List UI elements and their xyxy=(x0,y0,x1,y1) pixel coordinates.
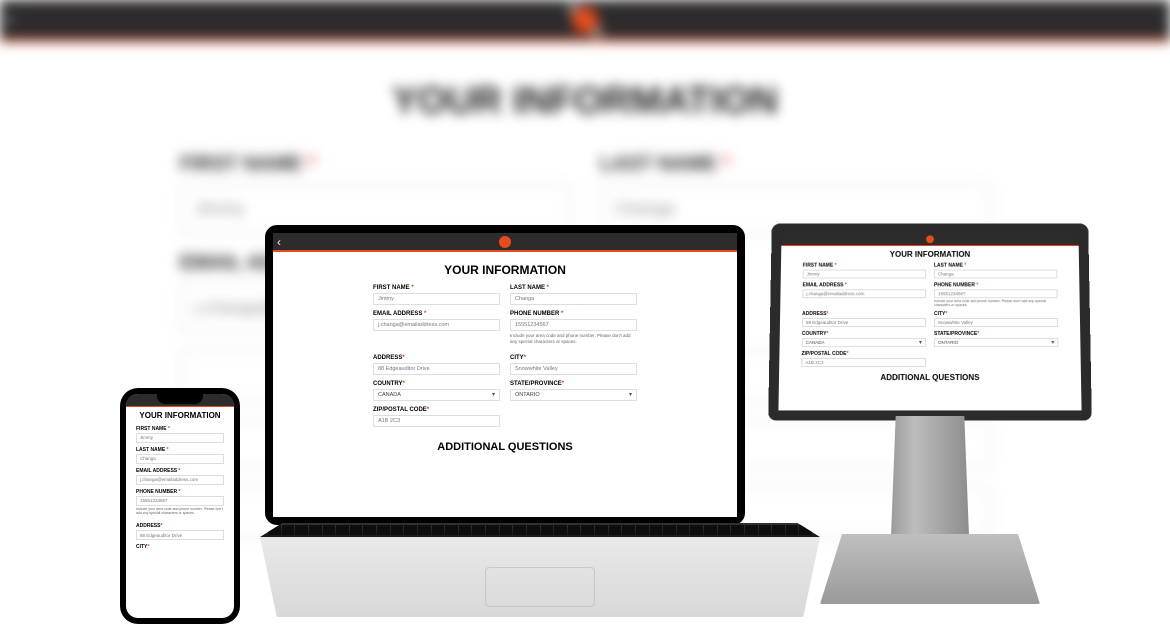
last-name-label: LAST NAME * xyxy=(136,447,224,453)
country-label: COUNTRY* xyxy=(373,381,500,387)
kiosk-base xyxy=(820,534,1040,604)
last-name-label: LAST NAME * xyxy=(934,263,1057,269)
laptop-base xyxy=(260,523,750,617)
back-icon[interactable]: ‹ xyxy=(277,233,281,251)
chevron-down-icon: ▾ xyxy=(919,339,922,346)
city-label: CITY* xyxy=(934,311,1058,317)
phone-hint: Include your area code and phone number.… xyxy=(136,507,224,515)
phone-label: PHONE NUMBER * xyxy=(510,311,637,317)
address-input[interactable]: 88 Edgeauditor Drive xyxy=(136,530,224,540)
phone-input[interactable]: 15551234567 xyxy=(510,319,637,331)
laptop-mockup: ‹ YOUR INFORMATION FIRST NAME * Jimmy LA… xyxy=(260,225,750,617)
address-label: ADDRESS* xyxy=(802,311,926,317)
first-name-input[interactable]: Jimmy xyxy=(803,270,926,279)
additional-questions-title: ADDITIONAL QUESTIONS xyxy=(801,373,1059,382)
state-label: STATE/PROVINCE* xyxy=(934,331,1058,337)
first-name-input[interactable]: Jimmy xyxy=(136,433,224,443)
laptop-header: ‹ xyxy=(273,233,737,251)
first-name-label: FIRST NAME * xyxy=(373,285,500,291)
kiosk-mockup: YOUR INFORMATION FIRST NAME * Jimmy LAST… xyxy=(770,222,1090,604)
zip-label: ZIP/POSTAL CODE* xyxy=(801,351,926,357)
address-label: ADDRESS* xyxy=(373,355,500,361)
first-name-label: FIRST NAME * xyxy=(136,426,224,432)
back-icon: ‹ xyxy=(6,6,13,32)
city-label: CITY* xyxy=(510,355,637,361)
trackpad xyxy=(485,567,595,607)
bg-first-name-label: FIRST NAME * xyxy=(180,153,316,176)
last-name-input[interactable]: Changa xyxy=(136,454,224,464)
country-select[interactable]: CANADA▾ xyxy=(373,389,500,401)
chevron-down-icon: ▾ xyxy=(1051,339,1054,346)
city-input[interactable]: Snowwhite Valley xyxy=(934,318,1058,327)
phone-input[interactable]: 15551234567 xyxy=(136,496,224,506)
phone-mockup: YOUR INFORMATION FIRST NAME * Jimmy LAST… xyxy=(120,388,240,624)
country-select[interactable]: CANADA▾ xyxy=(802,338,926,347)
email-input[interactable]: j.changa@emailaddress.com xyxy=(136,475,224,485)
last-name-label: LAST NAME * xyxy=(510,285,637,291)
logo-icon xyxy=(926,235,934,243)
bg-page-title: YOUR INFORMATION xyxy=(180,80,990,123)
phone-input[interactable]: 15551234567 xyxy=(934,289,1058,298)
bg-last-name-label: LAST NAME * xyxy=(600,153,730,176)
email-label: EMAIL ADDRESS * xyxy=(136,468,224,474)
state-select[interactable]: ONTARIO▾ xyxy=(510,389,637,401)
address-label: ADDRESS* xyxy=(136,523,224,529)
email-input[interactable]: j.changa@emailaddress.com xyxy=(373,319,500,331)
country-label: COUNTRY* xyxy=(802,331,926,337)
zip-input[interactable]: A1B 2C3 xyxy=(373,415,500,427)
email-label: EMAIL ADDRESS * xyxy=(373,311,500,317)
email-input[interactable]: j.changa@emailaddress.com xyxy=(802,289,926,298)
email-label: EMAIL ADDRESS * xyxy=(802,282,926,288)
phone-hint: Include your area code and phone number.… xyxy=(934,299,1058,307)
zip-label: ZIP/POSTAL CODE* xyxy=(373,407,500,413)
address-input[interactable]: 88 Edgeauditor Drive xyxy=(373,363,500,375)
bg-header: ‹ xyxy=(0,0,1170,40)
kiosk-screen: YOUR INFORMATION FIRST NAME * Jimmy LAST… xyxy=(768,224,1092,421)
address-input[interactable]: 88 Edgeauditor Drive xyxy=(802,318,926,327)
state-label: STATE/PROVINCE* xyxy=(510,381,637,387)
kiosk-header xyxy=(781,233,1078,245)
logo-icon xyxy=(572,7,598,33)
kiosk-neck xyxy=(891,416,969,536)
zip-input[interactable]: A1B 2C3 xyxy=(801,358,926,367)
laptop-screen: ‹ YOUR INFORMATION FIRST NAME * Jimmy LA… xyxy=(265,225,745,525)
phone-hint: Include your area code and phone number.… xyxy=(510,333,637,345)
phone-notch xyxy=(157,394,203,404)
phone-label: PHONE NUMBER * xyxy=(136,489,224,495)
city-input[interactable]: Snowwhite Valley xyxy=(510,363,637,375)
page-title: YOUR INFORMATION xyxy=(136,412,224,421)
state-select[interactable]: ONTARIO▾ xyxy=(934,338,1058,347)
additional-questions-title: ADDITIONAL QUESTIONS xyxy=(373,441,637,453)
last-name-input[interactable]: Changa xyxy=(510,293,637,305)
first-name-label: FIRST NAME * xyxy=(803,263,926,269)
chevron-down-icon: ▾ xyxy=(629,391,632,398)
page-title: YOUR INFORMATION xyxy=(803,250,1057,259)
chevron-down-icon: ▾ xyxy=(492,391,495,398)
first-name-input[interactable]: Jimmy xyxy=(373,293,500,305)
logo-icon xyxy=(499,236,511,248)
page-title: YOUR INFORMATION xyxy=(373,263,637,277)
phone-label: PHONE NUMBER * xyxy=(934,282,1058,288)
city-label: CITY* xyxy=(136,544,224,550)
last-name-input[interactable]: Changa xyxy=(934,270,1057,279)
